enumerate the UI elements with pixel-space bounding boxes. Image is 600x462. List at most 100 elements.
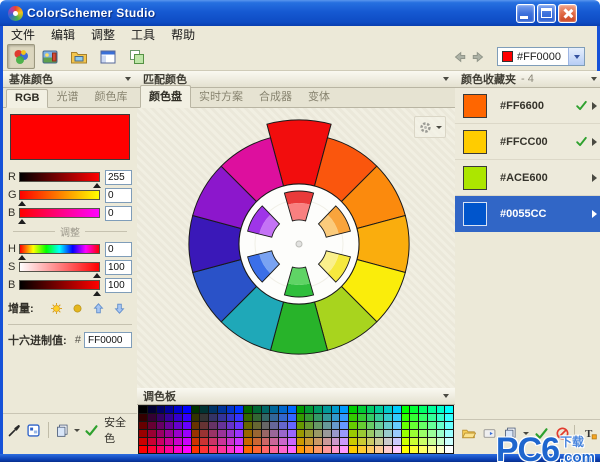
palette-swatch-9900FF[interactable]: [183, 430, 191, 437]
palette-swatch-FFFF99[interactable]: [428, 446, 436, 453]
tab-颜色盘[interactable]: 颜色盘: [140, 85, 191, 108]
tab-颜色库[interactable]: 颜色库: [86, 86, 135, 107]
palette-swatch-CC0066[interactable]: [157, 438, 165, 445]
palette-swatch-333333[interactable]: [200, 414, 208, 421]
palette-swatch-FF9900[interactable]: [297, 446, 305, 453]
palette-swatch-000099[interactable]: [165, 406, 173, 413]
palette-swatch-33FFFF[interactable]: [445, 414, 453, 421]
close-button[interactable]: [558, 4, 577, 23]
palette-swatch-3399FF[interactable]: [340, 414, 348, 421]
palette-swatch-333399[interactable]: [218, 414, 226, 421]
palette-swatch-66FFFF[interactable]: [445, 422, 453, 429]
palette-swatch-6666CC[interactable]: [279, 422, 287, 429]
palette-swatch-3300FF[interactable]: [183, 414, 191, 421]
palette-swatch-339933[interactable]: [305, 414, 313, 421]
palette-swatch-66CCFF[interactable]: [393, 422, 401, 429]
palette-swatch-CCCCCC[interactable]: [384, 438, 392, 445]
eyedropper-icon[interactable]: [7, 421, 23, 439]
palette-swatch-9966FF[interactable]: [288, 430, 296, 437]
palette-swatch-FFFF33[interactable]: [410, 446, 418, 453]
palette-swatch-666600[interactable]: [244, 422, 252, 429]
palette-swatch-990099[interactable]: [165, 430, 173, 437]
tab-合成器[interactable]: 合成器: [251, 86, 300, 107]
palette-swatch-9999CC[interactable]: [332, 430, 340, 437]
favorite-item-4[interactable]: #0055CC: [455, 196, 600, 232]
slider-marker[interactable]: [18, 219, 26, 224]
palette-swatch-3333FF[interactable]: [235, 414, 243, 421]
palette-swatch-00CC00[interactable]: [349, 406, 357, 413]
palette-swatch-FFCCCC[interactable]: [384, 446, 392, 453]
palette-swatch-FFFFCC[interactable]: [437, 446, 445, 453]
palette-swatch-9966CC[interactable]: [279, 430, 287, 437]
palette-swatch-FF6600[interactable]: [244, 446, 252, 453]
menu-item-调整[interactable]: 调整: [83, 25, 123, 44]
palette-swatch-66CC00[interactable]: [349, 422, 357, 429]
palette-swatch-003333[interactable]: [200, 406, 208, 413]
palette-swatch-0066FF[interactable]: [288, 406, 296, 413]
sun-dim-icon[interactable]: [68, 299, 86, 317]
palette-swatch-3366FF[interactable]: [288, 414, 296, 421]
palette-swatch-339900[interactable]: [297, 414, 305, 421]
palette-swatch-666633[interactable]: [253, 422, 261, 429]
palette-swatch-000000[interactable]: [139, 406, 147, 413]
slider-R-value-input[interactable]: [105, 170, 132, 185]
palette-swatch-6633FF[interactable]: [235, 422, 243, 429]
palette-swatch-33CC00[interactable]: [349, 414, 357, 421]
open-folder-icon[interactable]: [459, 424, 477, 442]
palette-swatch-990000[interactable]: [139, 430, 147, 437]
favorite-swatch[interactable]: [463, 166, 487, 190]
palette-swatch-003300[interactable]: [192, 406, 200, 413]
palette-swatch-6699FF[interactable]: [340, 422, 348, 429]
slider-H-value-input[interactable]: [105, 242, 132, 257]
slider-G-value-input[interactable]: [105, 188, 132, 203]
palette-swatch-CCCC33[interactable]: [358, 438, 366, 445]
palette-swatch-669933[interactable]: [305, 422, 313, 429]
favorite-swatch[interactable]: [463, 202, 487, 226]
palette-swatch-FF66FF[interactable]: [288, 446, 296, 453]
palette-swatch-CC6666[interactable]: [262, 438, 270, 445]
palette-swatch-336666[interactable]: [262, 414, 270, 421]
palette-swatch-CCFFFF[interactable]: [445, 438, 453, 445]
layout-tool[interactable]: [94, 44, 122, 69]
favorite-item-2[interactable]: #FFCC00: [455, 124, 600, 160]
palette-swatch-CC00FF[interactable]: [183, 438, 191, 445]
menu-item-文件[interactable]: 文件: [3, 25, 43, 44]
wheel-options-button[interactable]: [414, 116, 446, 138]
slider-R-slider[interactable]: [19, 172, 100, 182]
palette-swatch-006699[interactable]: [270, 406, 278, 413]
palette-swatch-FF66CC[interactable]: [279, 446, 287, 453]
favorite-item-1[interactable]: #FF6600: [455, 88, 600, 124]
palette-swatch-00FF99[interactable]: [428, 406, 436, 413]
palette-swatch-999966[interactable]: [314, 430, 322, 437]
palette-swatch-99CC00[interactable]: [349, 430, 357, 437]
palette-swatch-0000CC[interactable]: [174, 406, 182, 413]
palette-swatch-33CCFF[interactable]: [393, 414, 401, 421]
palette-swatch-330000[interactable]: [139, 414, 147, 421]
palette-swatch-CCCC99[interactable]: [375, 438, 383, 445]
palette-swatch-CCFFCC[interactable]: [437, 438, 445, 445]
maximize-button[interactable]: [537, 4, 556, 23]
menu-item-编辑[interactable]: 编辑: [43, 25, 83, 44]
slider-H-slider[interactable]: [19, 244, 100, 254]
back-arrow-icon[interactable]: [449, 47, 469, 67]
slider-marker[interactable]: [93, 183, 101, 188]
palette-swatch-FF6699[interactable]: [270, 446, 278, 453]
palette-swatch-FF0066[interactable]: [157, 446, 165, 453]
palette-swatch-CC6600[interactable]: [244, 438, 252, 445]
palette-swatch-003366[interactable]: [209, 406, 217, 413]
palette-swatch-663366[interactable]: [209, 422, 217, 429]
palette-swatch-33FF99[interactable]: [428, 414, 436, 421]
palette-swatch-CC99CC[interactable]: [332, 438, 340, 445]
palette-swatch-FF3399[interactable]: [218, 446, 226, 453]
palette-swatch-33FFCC[interactable]: [437, 414, 445, 421]
palette-swatch-CC0000[interactable]: [139, 438, 147, 445]
palette-swatch-660066[interactable]: [157, 422, 165, 429]
palette-swatch-FFCCFF[interactable]: [393, 446, 401, 453]
palette-swatch-CC3333[interactable]: [200, 438, 208, 445]
palette-swatch-66FF33[interactable]: [410, 422, 418, 429]
palette-swatch-99CC99[interactable]: [375, 430, 383, 437]
palette-swatch-FF9999[interactable]: [323, 446, 331, 453]
combo-dropdown-button[interactable]: [568, 48, 584, 65]
palette-swatch-CC3366[interactable]: [209, 438, 217, 445]
palette-swatch-FF9966[interactable]: [314, 446, 322, 453]
